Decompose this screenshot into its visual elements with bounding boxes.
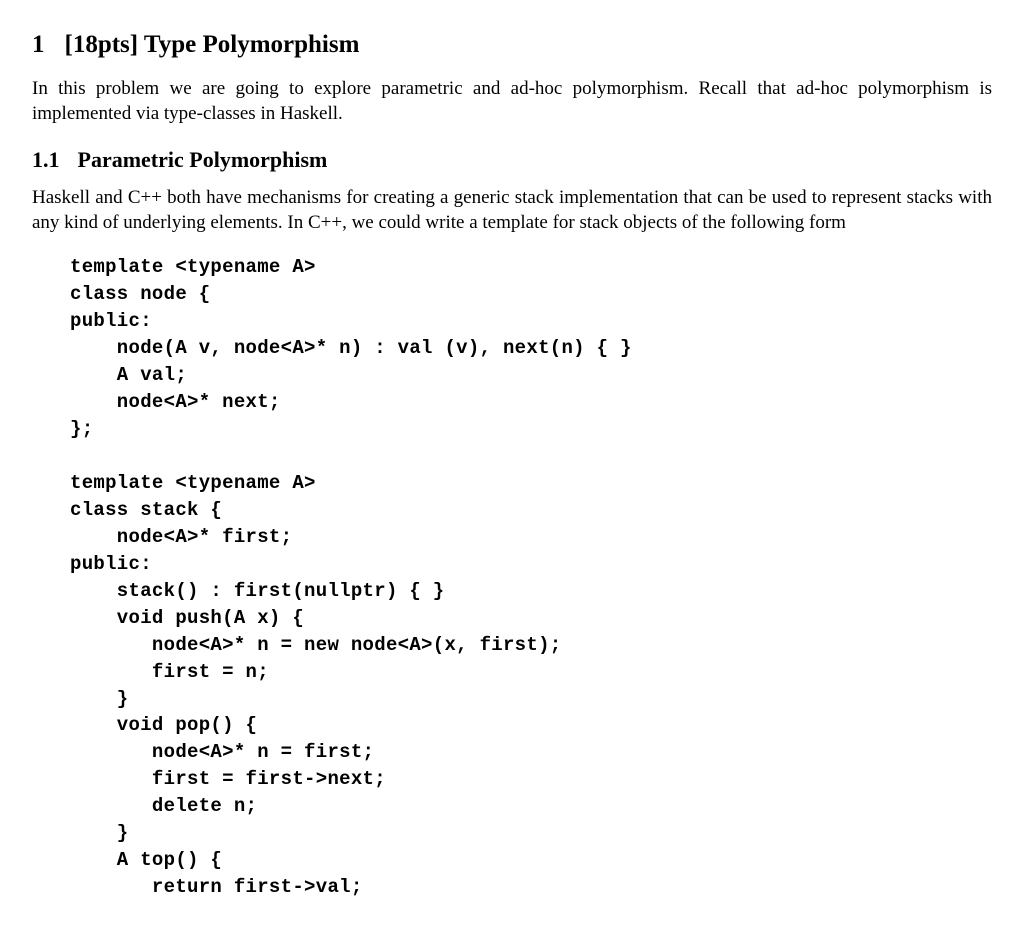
subsection-heading: 1.1 Parametric Polymorphism [32,145,992,175]
section-title: [18pts] Type Polymorphism [65,31,360,58]
subsection-paragraph: Haskell and C++ both have mechanisms for… [32,185,992,236]
subsection-title: Parametric Polymorphism [78,147,328,172]
code-block: template <typename A> class node { publi… [70,254,992,901]
intro-paragraph: In this problem we are going to explore … [32,76,992,127]
section-heading: 1 [18pts] Type Polymorphism [32,28,992,62]
subsection-number: 1.1 [32,145,60,175]
section-number: 1 [32,28,45,62]
